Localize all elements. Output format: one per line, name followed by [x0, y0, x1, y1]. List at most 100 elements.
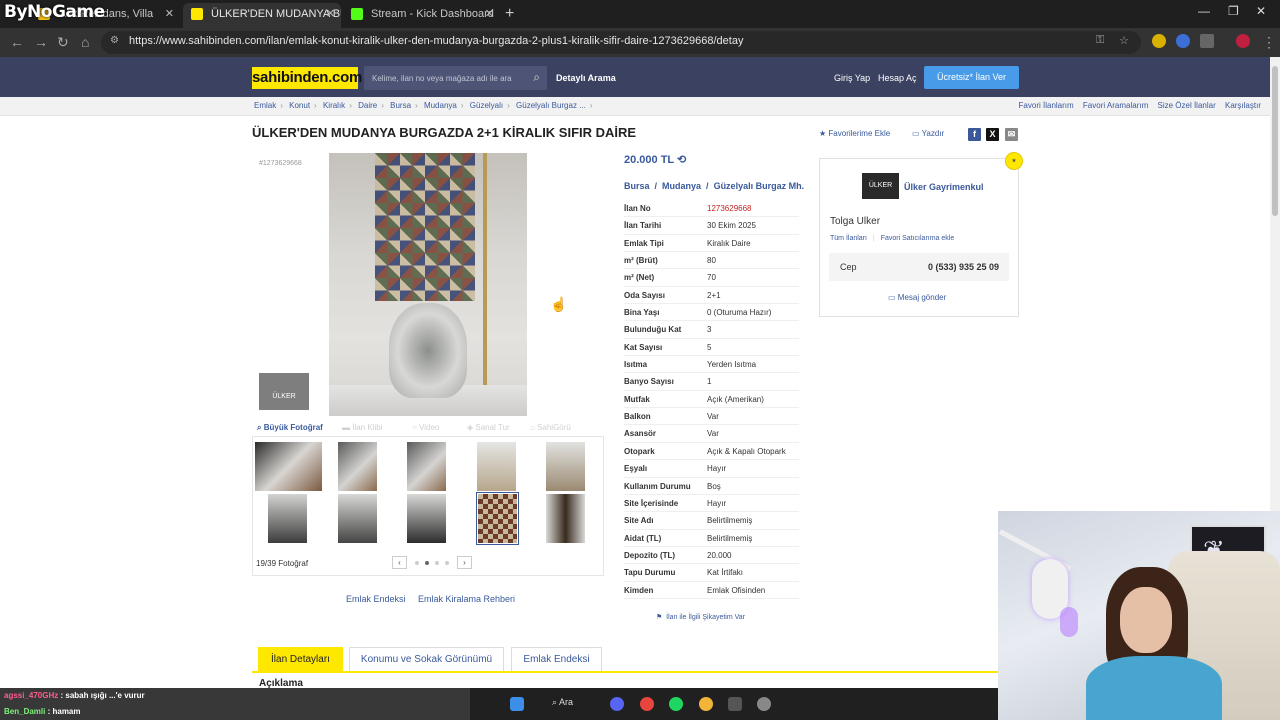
breadcrumb-item[interactable]: Mudanya	[424, 101, 457, 110]
real-estate-index-link[interactable]: Emlak Endeksi	[346, 594, 406, 604]
photo-thumbnail[interactable]	[338, 494, 377, 543]
location-district[interactable]: Mudanya	[662, 181, 701, 191]
detailed-search-link[interactable]: Detaylı Arama	[556, 73, 616, 83]
special-ads-link[interactable]: Size Özel İlanlar	[1158, 101, 1216, 110]
photo-thumbnail[interactable]	[268, 494, 307, 543]
discord-icon[interactable]	[610, 697, 624, 711]
search-input[interactable]	[372, 70, 522, 86]
minimize-icon[interactable]: —	[1198, 4, 1210, 18]
tab-ad-details[interactable]: İlan Detayları	[258, 647, 343, 672]
obs-icon[interactable]	[757, 697, 771, 711]
close-window-icon[interactable]: ✕	[1256, 4, 1266, 18]
report-link[interactable]: ⚑ İlan ile İlgili Şikayetim Var	[656, 613, 745, 621]
photo-thumbnail[interactable]	[546, 442, 585, 491]
profile-avatar[interactable]	[1236, 34, 1250, 48]
bookmark-star-icon[interactable]: ☆	[1119, 34, 1129, 47]
spotify-icon[interactable]	[669, 697, 683, 711]
tab-real-estate-index[interactable]: Emlak Endeksi	[511, 647, 602, 672]
tab-large-photo[interactable]: ⌕ Büyük Fotoğraf	[257, 423, 323, 433]
photo-thumbnail[interactable]	[407, 494, 446, 543]
search-icon[interactable]: ⌕	[533, 70, 540, 85]
tab-location-streetview[interactable]: Konumu ve Sokak Görünümü	[349, 647, 504, 672]
photo-thumbnail[interactable]	[338, 442, 377, 491]
browser-tab[interactable]: Stream - Kick Dashboard ✕	[343, 3, 500, 28]
url-field[interactable]: ⚙ https://www.sahibinden.com/ilan/emlak-…	[101, 31, 1141, 54]
x-share-icon[interactable]: X	[986, 128, 999, 141]
menu-icon[interactable]: ⋮	[1262, 34, 1276, 51]
forward-icon[interactable]: →	[34, 34, 48, 50]
prev-page-button[interactable]: ‹	[392, 556, 407, 569]
photo-count: 19/39 Fotoğraf	[256, 559, 309, 568]
photo-thumbnail[interactable]	[255, 442, 322, 491]
agency-logo-thumb[interactable]: ÜLKER	[259, 373, 309, 410]
print-link[interactable]: ▭ Yazdır	[912, 129, 944, 138]
detail-row: Site Adı Belirtilmemiş	[624, 512, 799, 530]
main-photo[interactable]	[329, 153, 527, 416]
close-tab-icon[interactable]: ✕	[165, 3, 174, 25]
extension-icon[interactable]	[1152, 34, 1166, 48]
photo-thumbnail[interactable]	[407, 442, 446, 491]
detail-value: 2+1	[707, 290, 721, 300]
app-icon[interactable]	[728, 697, 742, 711]
facebook-share-icon[interactable]: f	[968, 128, 981, 141]
chrome-icon[interactable]	[640, 697, 654, 711]
price-history-icon[interactable]: ⟲	[677, 154, 686, 166]
close-tab-icon[interactable]: ✕	[326, 3, 335, 25]
photo-thumbnail-selected[interactable]	[476, 492, 519, 545]
streamer-face	[1120, 587, 1172, 653]
breadcrumb-item[interactable]: Güzelyalı	[470, 101, 503, 110]
phone-number[interactable]: 0 (533) 935 25 09	[928, 262, 999, 272]
restore-icon[interactable]: ❐	[1228, 4, 1239, 18]
breadcrumb-item[interactable]: Konut	[289, 101, 310, 110]
next-page-button[interactable]: ›	[457, 556, 472, 569]
start-menu-icon[interactable]	[510, 697, 524, 711]
extension-icon[interactable]	[1176, 34, 1190, 48]
new-tab-icon[interactable]: +	[505, 3, 514, 25]
pager-dot[interactable]	[415, 561, 419, 565]
close-tab-icon[interactable]: ✕	[485, 3, 494, 25]
site-info-icon[interactable]: ⚙	[110, 35, 119, 46]
breadcrumb-item[interactable]: Kiralık	[323, 101, 345, 110]
extensions-puzzle-icon[interactable]	[1200, 34, 1214, 48]
register-link[interactable]: Hesap Aç	[878, 73, 917, 83]
compare-link[interactable]: Karşılaştır	[1225, 101, 1261, 110]
report-label: İlan ile İlgili Şikayetim Var	[666, 614, 746, 621]
all-ads-link[interactable]: Tüm İlanları	[830, 235, 867, 242]
detail-key: İlan No	[624, 204, 651, 213]
detail-key: Isıtma	[624, 360, 648, 370]
post-ad-button[interactable]: Ücretsiz* İlan Ver	[924, 66, 1019, 89]
photo-thumbnail[interactable]	[477, 442, 516, 491]
browser-tab-bar: ...lik Rezidans, Villa ✕ ÜLKER'DEN MUDAN…	[0, 0, 1280, 28]
location-neighborhood[interactable]: Güzelyalı Burgaz Mh.	[714, 181, 805, 191]
site-logo[interactable]: sahibinden.com	[252, 67, 362, 89]
add-favorite-link[interactable]: ★ Favorilerime Ekle	[819, 129, 890, 138]
favorite-ads-link[interactable]: Favori İlanlarım	[1019, 101, 1074, 110]
pager-dot[interactable]	[435, 561, 439, 565]
photo-thumbnail[interactable]	[546, 494, 585, 543]
favorite-searches-link[interactable]: Favori Aramalarım	[1083, 101, 1148, 110]
breadcrumb-item[interactable]: Bursa	[390, 101, 411, 110]
reload-icon[interactable]: ↻	[57, 34, 69, 51]
seller-logo[interactable]: ÜLKER	[862, 173, 899, 199]
chrome-profile-icon[interactable]	[699, 697, 713, 711]
send-message-link[interactable]: ▭ Mesaj gönder	[888, 293, 946, 302]
tab-title: ÜLKER'DEN MUDANYA BURGAZ	[211, 8, 341, 20]
key-icon[interactable]: ⚿	[1096, 34, 1104, 47]
rental-guide-link[interactable]: Emlak Kiralama Rehberi	[418, 594, 515, 604]
breadcrumb-item[interactable]: Daire	[358, 101, 377, 110]
favorite-seller-link[interactable]: Favori Satıcılarıma ekle	[881, 235, 955, 242]
chat-username: Ben_Damli	[4, 707, 46, 716]
scrollbar-thumb[interactable]	[1272, 66, 1278, 216]
breadcrumb-item[interactable]: Güzelyalı Burgaz ...	[516, 101, 586, 110]
home-icon[interactable]: ⌂	[81, 34, 89, 50]
email-share-icon[interactable]: ✉	[1005, 128, 1018, 141]
pager-dot[interactable]	[445, 561, 449, 565]
breadcrumb-item[interactable]: Emlak	[254, 101, 276, 110]
location-city[interactable]: Bursa	[624, 181, 650, 191]
seller-company[interactable]: Ülker Gayrimenkul	[904, 182, 984, 192]
login-link[interactable]: Giriş Yap	[834, 73, 870, 83]
pager-dot-active[interactable]	[425, 561, 429, 565]
taskbar-search[interactable]: ⌕ Ara	[552, 697, 573, 708]
back-icon[interactable]: ←	[10, 34, 24, 50]
browser-tab-active[interactable]: ÜLKER'DEN MUDANYA BURGAZ ✕	[183, 3, 341, 28]
